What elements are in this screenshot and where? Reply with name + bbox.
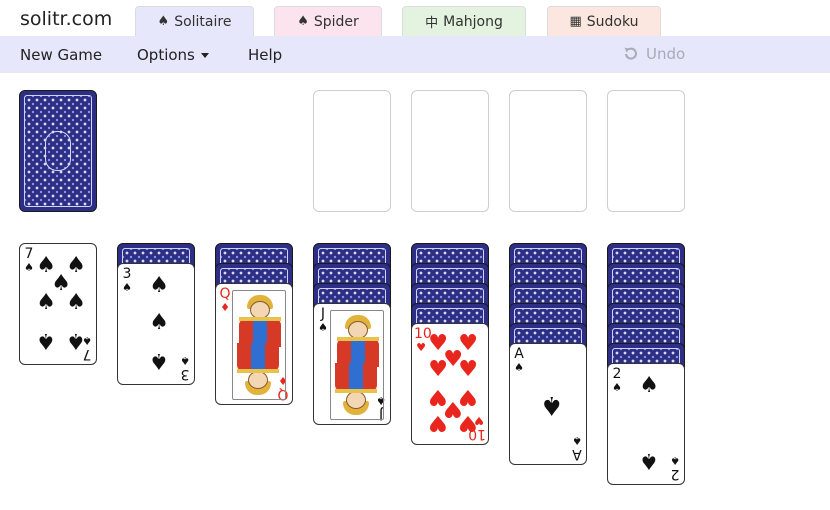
new-game-button[interactable]: New Game bbox=[20, 46, 102, 64]
card-corner-index: 10 ♥ bbox=[414, 327, 432, 355]
card-rank: 2 bbox=[612, 366, 622, 382]
grid-icon: ▦ bbox=[569, 14, 582, 29]
card-rank: Q bbox=[219, 286, 231, 302]
card-3-black[interactable]: 3 ♠ 3 ♠ ♠ ♠ ♠ bbox=[117, 263, 195, 385]
card-corner-index: J ♠ bbox=[316, 307, 330, 335]
card-Q-red[interactable]: Q ♦ Q ♦ bbox=[215, 283, 293, 405]
tab-label: Spider bbox=[313, 13, 359, 30]
suit-pip: ♠ bbox=[639, 373, 660, 398]
card-corner-index: 2 ♠ bbox=[610, 367, 624, 395]
undo-label: Undo bbox=[646, 45, 686, 63]
mahjong-icon: 中 bbox=[425, 16, 439, 31]
foundation-slot[interactable] bbox=[509, 90, 587, 212]
card-corner-index: 3 ♠ bbox=[120, 267, 134, 295]
foundation-slot[interactable] bbox=[411, 90, 489, 212]
tab-sudoku[interactable]: ▦ Sudoku bbox=[547, 6, 661, 36]
court-figure-part bbox=[346, 391, 366, 409]
foundation-slot[interactable] bbox=[607, 90, 685, 212]
card-corner-index: 3 ♠ bbox=[178, 353, 192, 382]
court-figure-part bbox=[237, 369, 279, 373]
spade-icon: ♠ bbox=[297, 14, 309, 29]
suit-pip: ♠ bbox=[66, 328, 87, 353]
card-corner-index: A ♠ bbox=[570, 433, 584, 462]
card-suit: ♠ bbox=[122, 281, 132, 294]
court-figure bbox=[233, 291, 285, 347]
court-figure-part bbox=[337, 337, 379, 341]
court-figure-part bbox=[349, 363, 363, 391]
tab-spider[interactable]: ♠ Spider bbox=[274, 6, 382, 36]
card-suit: ♠ bbox=[318, 321, 328, 334]
card-corner-index: 7 ♠ bbox=[22, 247, 36, 275]
card-suit: ♠ bbox=[612, 381, 622, 394]
card-rank: 7 bbox=[24, 246, 34, 262]
caret-down-icon bbox=[200, 53, 209, 58]
card-rank: A bbox=[572, 446, 582, 462]
options-label: Options bbox=[137, 46, 195, 64]
card-corner-index: A ♠ bbox=[512, 347, 526, 375]
help-button[interactable]: Help bbox=[248, 46, 282, 64]
court-figure-part bbox=[251, 343, 265, 371]
card-back-emblem bbox=[45, 131, 71, 171]
card-2-black[interactable]: 2 ♠ 2 ♠ ♠ ♠ bbox=[607, 363, 685, 485]
card-rank: 2 bbox=[670, 466, 680, 482]
suit-pip: ♥ bbox=[458, 410, 479, 435]
court-figure-part bbox=[335, 389, 377, 393]
court-figure bbox=[233, 343, 285, 399]
court-figure-part bbox=[239, 317, 281, 321]
card-suit: ♠ bbox=[514, 361, 524, 374]
suit-pip: ♠ bbox=[66, 290, 87, 315]
card-rank: 3 bbox=[180, 366, 190, 382]
suit-pip: ♠ bbox=[149, 348, 170, 373]
tab-label: Sudoku bbox=[586, 13, 639, 30]
card-suit: ♠ bbox=[670, 454, 680, 467]
card-rank: 3 bbox=[122, 266, 132, 282]
suit-pip: ♥ bbox=[428, 410, 449, 435]
card-suit: ♦ bbox=[220, 301, 230, 314]
card-rank: J bbox=[320, 306, 326, 322]
card-suit: ♥ bbox=[416, 341, 426, 354]
card-A-black[interactable]: A ♠ A ♠ ♠ bbox=[509, 343, 587, 465]
court-figure bbox=[331, 311, 383, 367]
spade-icon: ♠ bbox=[157, 14, 170, 29]
card-10-red[interactable]: 10 ♥ 10 ♥ ♥ ♥ ♥ ♥ ♥ ♥ ♥ ♥ ♥ ♥ bbox=[411, 323, 489, 445]
card-suit: ♠ bbox=[180, 354, 190, 367]
tab-label: Solitaire bbox=[174, 13, 232, 30]
suit-pip: ♥ bbox=[458, 357, 479, 382]
card-corner-index: 2 ♠ bbox=[668, 453, 682, 482]
card-rank: A bbox=[514, 346, 524, 362]
tab-mahjong[interactable]: 中 Mahjong bbox=[402, 6, 526, 36]
card-corner-index: Q ♦ bbox=[218, 287, 232, 315]
foundation-slot[interactable] bbox=[313, 90, 391, 212]
card-suit: ♠ bbox=[24, 261, 34, 274]
suit-pip: ♠ bbox=[149, 273, 170, 298]
court-figure bbox=[331, 363, 383, 419]
suit-pip: ♠ bbox=[639, 448, 660, 473]
undo-icon bbox=[624, 47, 637, 60]
court-card-art bbox=[232, 290, 286, 400]
site-logo[interactable]: solitr.com bbox=[20, 8, 112, 30]
court-card-art bbox=[330, 310, 384, 420]
card-J-black[interactable]: J ♠ J ♠ bbox=[313, 303, 391, 425]
game-board: 7 ♠ 7 ♠ ♠ ♠ ♠ ♠ ♠ ♠ ♠ 3 ♠ 3 ♠ ♠ ♠ ♠ Q ♦ Q ♦ J ♠ J ♠ 10 ♥ 10 ♥ ♥ ♥ ♥ ♥ ♥ ♥ ♥ ♥… bbox=[0, 73, 830, 510]
menu-bar: New Game Options Help Undo bbox=[0, 36, 830, 73]
suit-pip: ♠ bbox=[539, 390, 564, 420]
suit-pip: ♠ bbox=[36, 328, 57, 353]
suit-pip: ♠ bbox=[149, 310, 170, 335]
options-dropdown[interactable]: Options bbox=[137, 46, 209, 64]
undo-button[interactable]: Undo bbox=[622, 45, 685, 63]
court-figure-part bbox=[248, 371, 268, 389]
tab-solitaire[interactable]: ♠ Solitaire bbox=[135, 6, 254, 36]
suit-pip: ♠ bbox=[36, 290, 57, 315]
top-bar: solitr.com ♠ Solitaire ♠ Spider 中 Mahjon… bbox=[0, 0, 830, 36]
tab-label: Mahjong bbox=[443, 13, 503, 30]
suit-pip: ♥ bbox=[428, 357, 449, 382]
card-7-black[interactable]: 7 ♠ 7 ♠ ♠ ♠ ♠ ♠ ♠ ♠ ♠ bbox=[19, 243, 97, 365]
card-suit: ♠ bbox=[572, 434, 582, 447]
stock-pile[interactable] bbox=[19, 90, 97, 212]
